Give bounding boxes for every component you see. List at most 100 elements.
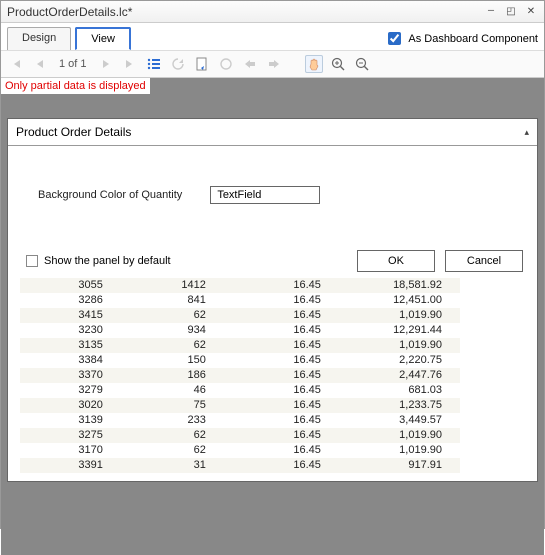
back-icon[interactable] [241, 55, 259, 73]
table-row[interactable]: 323093416.4512,291.44 [20, 323, 460, 338]
table-cell: 3135 [20, 338, 121, 353]
table-cell: 3230 [20, 323, 121, 338]
table-cell: 3055 [20, 278, 121, 293]
table-row[interactable]: 32756216.451,019.90 [20, 428, 460, 443]
table-cell: 3170 [20, 443, 121, 458]
tabs: Design View [7, 27, 135, 50]
table-row[interactable]: 32794616.45681.03 [20, 383, 460, 398]
table-cell: 16.45 [224, 308, 339, 323]
table-cell: 16.45 [224, 323, 339, 338]
table-cell: 16.45 [224, 293, 339, 308]
window-titlebar: ProductOrderDetails.lc* — ◰ ✕ [1, 1, 544, 23]
data-table: 3055141216.4518,581.92328684116.4512,451… [20, 278, 460, 473]
table-cell: 681.03 [339, 383, 460, 398]
table-cell: 3,449.57 [339, 413, 460, 428]
table-row[interactable]: 328684116.4512,451.00 [20, 293, 460, 308]
table-row[interactable]: 3055141216.4518,581.92 [20, 278, 460, 293]
nav-last-icon[interactable] [121, 55, 139, 73]
table-cell: 16.45 [224, 383, 339, 398]
table-cell: 12,451.00 [339, 293, 460, 308]
table-cell: 3384 [20, 353, 121, 368]
table-cell: 233 [121, 413, 224, 428]
action-row: Show the panel by default OK Cancel [26, 250, 523, 272]
table-cell: 3139 [20, 413, 121, 428]
table-cell: 917.91 [339, 458, 460, 473]
window-title: ProductOrderDetails.lc* [7, 5, 132, 19]
nav-prev-icon[interactable] [31, 55, 49, 73]
report-panel: Product Order Details ▴ Background Color… [7, 118, 538, 482]
table-row[interactable]: 30207516.451,233.75 [20, 398, 460, 413]
checkbox-icon[interactable] [26, 255, 38, 267]
show-panel-checkbox[interactable]: Show the panel by default [26, 255, 171, 267]
circle-icon[interactable] [217, 55, 235, 73]
table-cell: 1,019.90 [339, 308, 460, 323]
hand-icon[interactable] [305, 55, 323, 73]
table-row[interactable]: 31706216.451,019.90 [20, 443, 460, 458]
restore-icon[interactable]: ◰ [504, 5, 518, 19]
window-buttons: — ◰ ✕ [484, 5, 538, 19]
table-cell: 1,019.90 [339, 428, 460, 443]
button-group: OK Cancel [357, 250, 523, 272]
table-cell: 16.45 [224, 458, 339, 473]
dashboard-component-checkbox[interactable]: As Dashboard Component [384, 29, 538, 48]
table-cell: 12,291.44 [339, 323, 460, 338]
table-cell: 3391 [20, 458, 121, 473]
dashboard-checkbox-input[interactable] [388, 32, 401, 45]
cancel-button[interactable]: Cancel [445, 250, 523, 272]
table-cell: 18,581.92 [339, 278, 460, 293]
table-cell: 16.45 [224, 413, 339, 428]
quantity-color-field[interactable]: TextField [210, 186, 320, 204]
table-cell: 3370 [20, 368, 121, 383]
nav-next-icon[interactable] [97, 55, 115, 73]
table-cell: 1,233.75 [339, 398, 460, 413]
collapse-arrow-icon[interactable]: ▴ [524, 127, 529, 138]
report-body: Background Color of Quantity TextField S… [8, 146, 537, 481]
table-cell: 2,220.75 [339, 353, 460, 368]
close-icon[interactable]: ✕ [524, 5, 538, 19]
list-icon[interactable] [145, 55, 163, 73]
zoom-in-icon[interactable] [329, 55, 347, 73]
top-bar: Design View As Dashboard Component [1, 23, 544, 50]
page-icon[interactable] [193, 55, 211, 73]
table-cell: 16.45 [224, 398, 339, 413]
table-row[interactable]: 337018616.452,447.76 [20, 368, 460, 383]
table-cell: 16.45 [224, 368, 339, 383]
table-cell: 1,019.90 [339, 443, 460, 458]
report-title: Product Order Details [16, 125, 131, 139]
table-cell: 16.45 [224, 443, 339, 458]
table-cell: 75 [121, 398, 224, 413]
table-cell: 16.45 [224, 278, 339, 293]
table-cell: 934 [121, 323, 224, 338]
table-row[interactable]: 338415016.452,220.75 [20, 353, 460, 368]
tab-view[interactable]: View [75, 27, 131, 50]
nav-first-icon[interactable] [7, 55, 25, 73]
table-row[interactable]: 34156216.451,019.90 [20, 308, 460, 323]
parameter-row: Background Color of Quantity TextField [38, 186, 527, 204]
table-cell: 841 [121, 293, 224, 308]
toolbar: 1 of 1 [1, 50, 544, 78]
table-row[interactable]: 31356216.451,019.90 [20, 338, 460, 353]
table-cell: 16.45 [224, 428, 339, 443]
param-label: Background Color of Quantity [38, 189, 182, 201]
table-cell: 3275 [20, 428, 121, 443]
minimize-icon[interactable]: — [484, 5, 498, 19]
zoom-out-icon[interactable] [353, 55, 371, 73]
report-title-bar[interactable]: Product Order Details ▴ [8, 119, 537, 146]
table-cell: 186 [121, 368, 224, 383]
forward-icon[interactable] [265, 55, 283, 73]
table-cell: 3415 [20, 308, 121, 323]
table-cell: 3020 [20, 398, 121, 413]
table-cell: 16.45 [224, 353, 339, 368]
table-row[interactable]: 313923316.453,449.57 [20, 413, 460, 428]
ok-button[interactable]: OK [357, 250, 435, 272]
refresh-icon[interactable] [169, 55, 187, 73]
table-cell: 62 [121, 428, 224, 443]
tab-design[interactable]: Design [7, 27, 71, 50]
table-cell: 16.45 [224, 338, 339, 353]
table-cell: 2,447.76 [339, 368, 460, 383]
table-cell: 1,019.90 [339, 338, 460, 353]
table-cell: 62 [121, 308, 224, 323]
table-cell: 1412 [121, 278, 224, 293]
table-row[interactable]: 33913116.45917.91 [20, 458, 460, 473]
table-cell: 3286 [20, 293, 121, 308]
